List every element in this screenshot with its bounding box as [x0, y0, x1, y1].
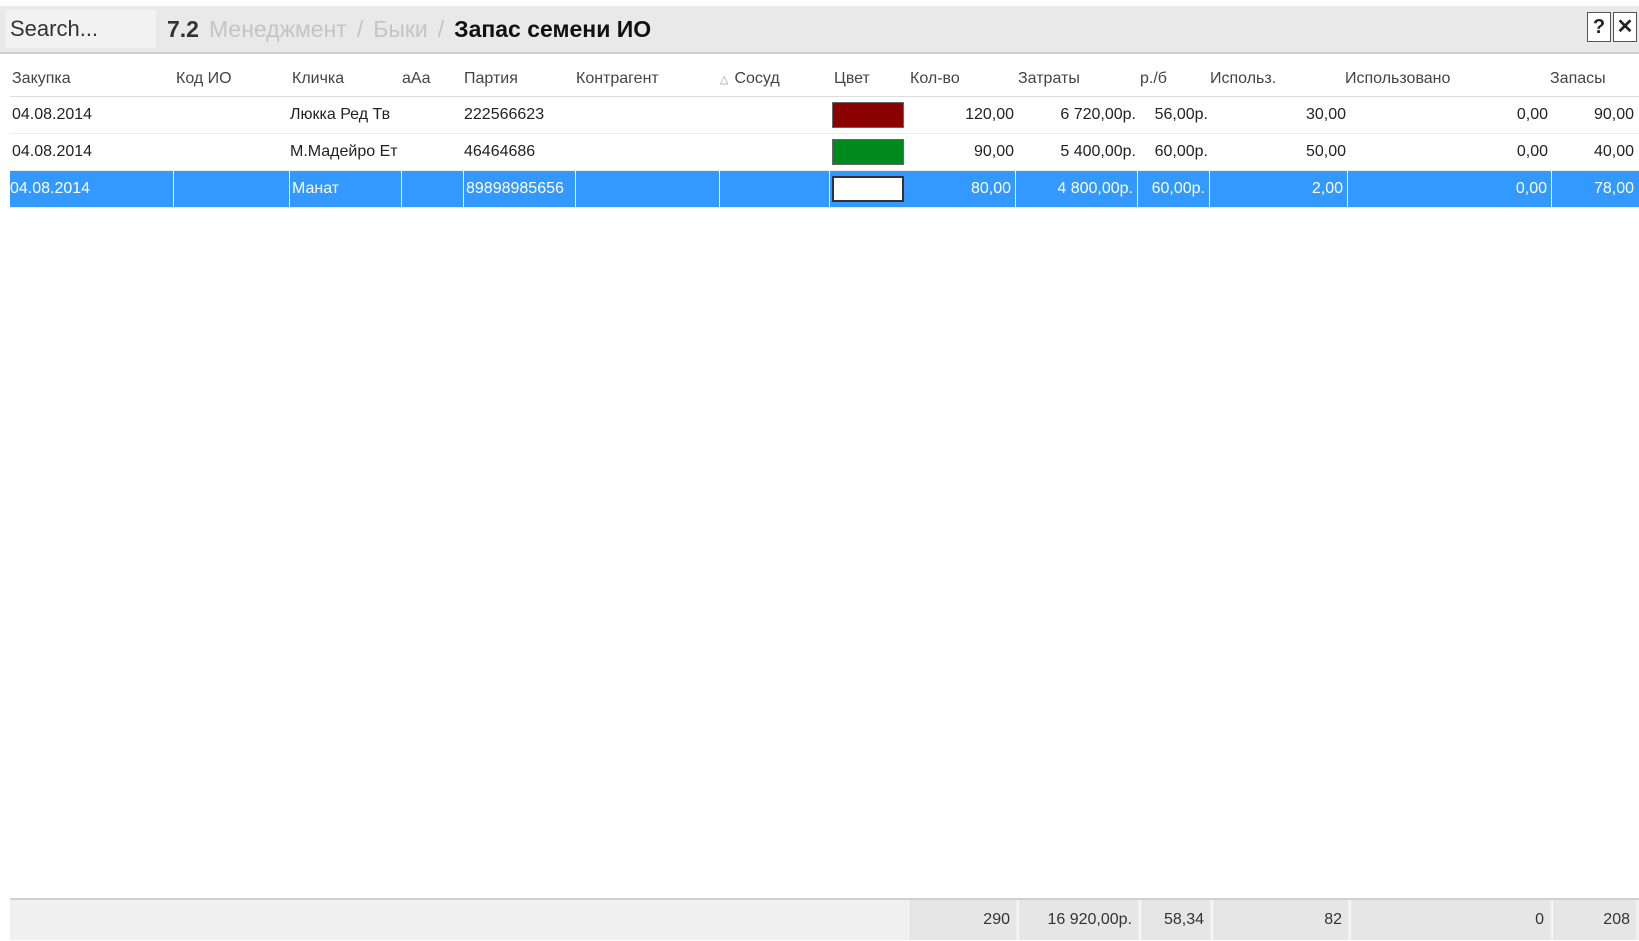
cell-vessel [720, 134, 830, 170]
app-window: 7.2 Менеджмент / Быки / Запас семени ИО … [0, 0, 1639, 941]
search-input[interactable] [6, 15, 157, 43]
cell-per-dose: 60,00р. [1154, 143, 1208, 160]
column-header-batch[interactable]: Партия [464, 70, 518, 88]
column-header-stock[interactable]: Запасы [1550, 70, 1606, 88]
section-number: 7.2 [167, 15, 199, 42]
column-header-cost[interactable]: Затраты [1018, 70, 1080, 88]
cell-stock: 90,00 [1593, 106, 1634, 123]
cell-per-dose: 56,00р. [1154, 106, 1208, 123]
header-bar: 7.2 Менеджмент / Быки / Запас семени ИО … [0, 6, 1639, 54]
cell-contractor [576, 171, 720, 207]
color-swatch [832, 176, 904, 202]
breadcrumb-link-management[interactable]: Менеджмент [209, 16, 347, 43]
page-title: Запас семени ИО [454, 15, 652, 42]
cell-cost: 6 720,00р. [1060, 106, 1136, 123]
help-button[interactable]: ? [1587, 12, 1611, 42]
column-header-vessel-label: Сосуд [734, 70, 780, 87]
cell-used: 0,00 [1516, 143, 1548, 160]
cell-purchase-date: 04.08.2014 [12, 106, 93, 123]
column-header-purchase[interactable]: Закупка [12, 70, 71, 88]
column-header-used-short[interactable]: Использ. [1210, 70, 1276, 88]
cell-quantity: 80,00 [908, 171, 1016, 207]
cell-stock: 78,00 [1593, 180, 1634, 197]
cell-quantity: 120,00 [965, 106, 1014, 123]
cell-code [174, 171, 290, 207]
cell-quantity: 90,00 [973, 143, 1014, 160]
column-header-color[interactable]: Цвет [834, 70, 870, 88]
cell-vessel [720, 171, 830, 207]
data-grid: Закупка Код ИО Кличка aAa Партия Контраг… [10, 62, 1639, 208]
breadcrumb-link-bulls[interactable]: Быки [373, 16, 428, 43]
grid-header: Закупка Код ИО Кличка aAa Партия Контраг… [10, 62, 1639, 97]
totals-bar: 290 16 920,00р. 58,34 82 0 208 [10, 898, 1639, 940]
column-header-contractor[interactable]: Контрагент [576, 70, 659, 88]
color-swatch [832, 102, 904, 128]
cell-stock: 40,00 [1593, 143, 1634, 160]
cell-nickname: М.Мадейро Ет [290, 143, 398, 160]
breadcrumb-separator: / [356, 15, 364, 42]
cell-nickname: Манат [290, 171, 402, 207]
column-header-per-dose[interactable]: р./б [1140, 70, 1167, 88]
close-icon: ✕ [1616, 16, 1634, 38]
total-used: 0 [1350, 900, 1550, 940]
cell-purchase-date: 04.08.2014 [10, 171, 174, 207]
cell-nickname: Люкка Ред Тв [290, 106, 391, 123]
column-header-vessel[interactable]: △ Сосуд [720, 70, 780, 88]
cell-used: 0,00 [1516, 106, 1548, 123]
cell-code [176, 97, 286, 133]
search-box[interactable] [6, 10, 157, 48]
cell-contractor [576, 134, 716, 170]
cell-cost: 5 400,00р. [1060, 143, 1136, 160]
column-header-quantity[interactable]: Кол-во [910, 70, 960, 88]
cell-aaa [402, 97, 462, 133]
cell-per-dose: 60,00р. [1138, 171, 1210, 207]
cell-batch: 46464686 [464, 143, 536, 160]
total-quantity: 290 [908, 900, 1016, 940]
column-header-aaa[interactable]: aAa [402, 70, 430, 88]
cell-purchase-date: 04.08.2014 [12, 143, 93, 160]
total-stock: 208 [1552, 900, 1636, 940]
column-header-nickname[interactable]: Кличка [292, 70, 344, 88]
column-header-code[interactable]: Код ИО [176, 70, 232, 88]
cell-used-short: 30,00 [1305, 106, 1346, 123]
breadcrumb: 7.2 Менеджмент / Быки / Запас семени ИО [167, 6, 651, 52]
cell-aaa [402, 134, 462, 170]
column-header-used[interactable]: Использовано [1345, 70, 1450, 88]
cell-aaa [402, 171, 464, 207]
cell-batch: 222566623 [464, 106, 545, 123]
sort-ascending-icon: △ [720, 74, 729, 86]
cell-used-short: 2,00 [1210, 171, 1348, 207]
table-row[interactable]: 04.08.2014 М.Мадейро Ет 46464686 90,00 5… [10, 134, 1639, 171]
total-used-short: 82 [1212, 900, 1348, 940]
cell-vessel [720, 97, 830, 133]
table-row[interactable]: 04.08.2014 Люкка Ред Тв 222566623 120,00… [10, 97, 1639, 134]
breadcrumb-separator: / [437, 15, 445, 42]
close-button[interactable]: ✕ [1613, 12, 1637, 42]
cell-contractor [576, 97, 716, 133]
cell-code [176, 134, 286, 170]
cell-used: 0,00 [1348, 171, 1552, 207]
cell-used-short: 50,00 [1305, 143, 1346, 160]
total-per-dose: 58,34 [1140, 900, 1210, 940]
help-icon: ? [1592, 16, 1606, 38]
cell-batch: 89898985656 [464, 171, 576, 207]
cell-cost: 4 800,00р. [1016, 171, 1138, 207]
color-swatch [832, 139, 904, 165]
table-row-selected[interactable]: 04.08.2014 Манат 89898985656 80,00 4 800… [10, 171, 1639, 208]
total-cost: 16 920,00р. [1018, 900, 1138, 940]
